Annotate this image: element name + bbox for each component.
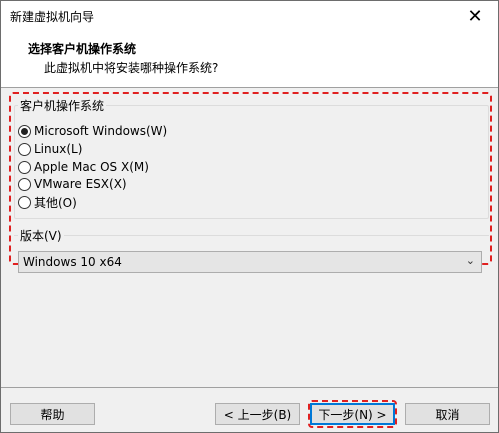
radio-label: Microsoft Windows(W) <box>34 124 168 138</box>
next-button[interactable]: 下一步(N) > <box>310 403 395 425</box>
radio-button[interactable] <box>18 160 31 174</box>
radio-label: VMware ESX(X) <box>34 177 127 191</box>
wizard-header: 选择客户机操作系统 此虚拟机中将安装哪种操作系统? <box>1 32 498 88</box>
radio-button[interactable] <box>18 142 31 156</box>
version-selected-value: Windows 10 x64 <box>23 255 122 269</box>
version-select[interactable]: Windows 10 x64 ⌄ <box>18 251 482 273</box>
guest-os-group-label: 客户机操作系统 <box>18 97 107 114</box>
close-icon[interactable]: ✕ <box>452 1 498 32</box>
version-label: 版本(V) <box>18 227 64 244</box>
radio-linux[interactable]: Linux(L) <box>18 141 82 157</box>
radio-other[interactable]: 其他(O) <box>18 194 77 210</box>
radio-button[interactable] <box>18 177 31 191</box>
cancel-button[interactable]: 取消 <box>405 403 490 425</box>
radio-microsoft-windows[interactable]: Microsoft Windows(W) <box>18 123 167 139</box>
page-title: 选择客户机操作系统 <box>28 42 137 56</box>
radio-button[interactable] <box>18 195 31 209</box>
help-button[interactable]: 帮助 <box>10 403 95 425</box>
radio-label: 其他(O) <box>34 195 77 210</box>
radio-label: Apple Mac OS X(M) <box>34 160 149 174</box>
page-subtitle: 此虚拟机中将安装哪种操作系统? <box>44 61 219 75</box>
radio-vmware-esx[interactable]: VMware ESX(X) <box>18 176 127 192</box>
radio-label: Linux(L) <box>34 142 83 156</box>
chevron-down-icon: ⌄ <box>465 254 475 267</box>
title-bar: 新建虚拟机向导 ✕ <box>1 1 498 32</box>
radio-apple-mac-os-x[interactable]: Apple Mac OS X(M) <box>18 159 149 175</box>
new-vm-wizard-window: 新建虚拟机向导 ✕ 选择客户机操作系统 此虚拟机中将安装哪种操作系统? 客户机操… <box>0 0 499 433</box>
radio-button-selected[interactable] <box>18 124 31 138</box>
footer-divider <box>1 387 498 388</box>
back-button[interactable]: < 上一步(B) <box>215 403 300 425</box>
window-title: 新建虚拟机向导 <box>10 10 95 24</box>
